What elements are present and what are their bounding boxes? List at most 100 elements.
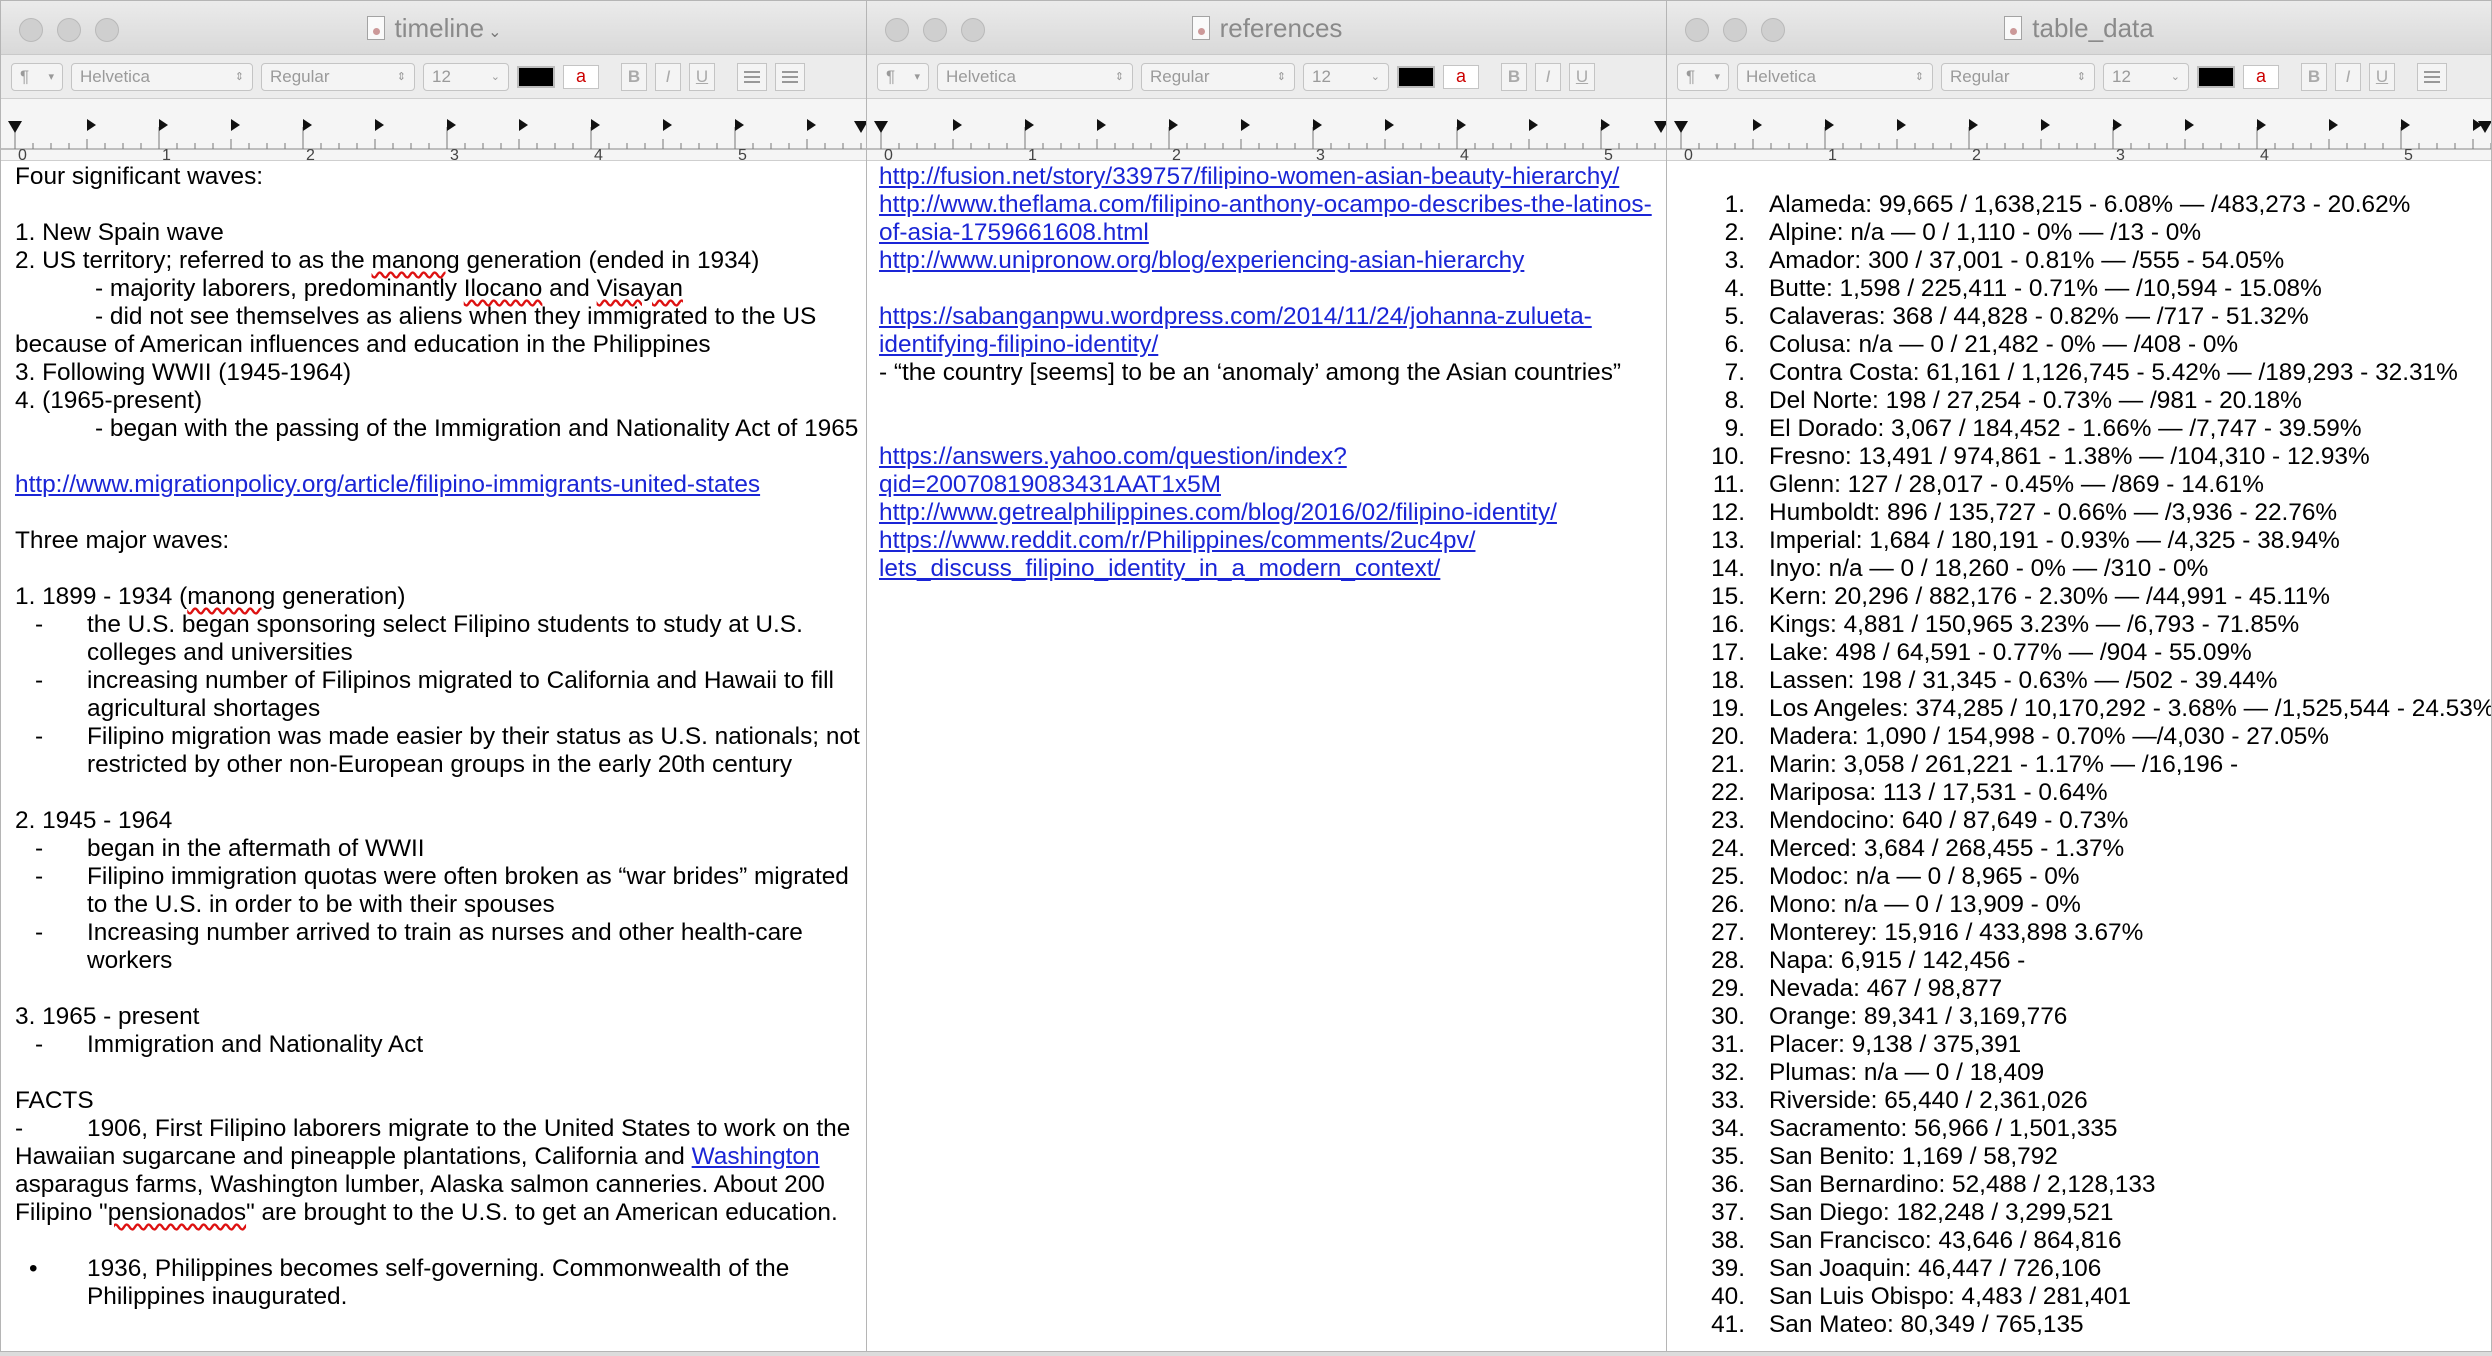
list-item: 39. San Joaquin: 46,447 / 726,106	[1667, 1255, 2477, 1283]
align-left-button[interactable]	[2417, 62, 2447, 91]
text-color-swatch[interactable]	[517, 65, 555, 88]
font-size-field[interactable]: 12 ⌄	[423, 62, 509, 91]
ruler-label: 5	[738, 147, 747, 161]
chevron-down-icon: ▾	[1714, 71, 1720, 83]
title-bar[interactable]: references	[867, 1, 1667, 55]
align-left-button[interactable]	[737, 62, 767, 91]
font-size-field[interactable]: 12 ⌄	[1303, 62, 1389, 91]
link[interactable]: Washington	[692, 1143, 820, 1170]
list-item: 19. Los Angeles: 374,285 / 10,170,292 - 3…	[1667, 695, 2491, 723]
list-number: 23.	[1711, 807, 1745, 834]
italic-button[interactable]: I	[1535, 62, 1561, 91]
tab-stop-marker	[2185, 119, 2194, 131]
link[interactable]: of-asia-1759661608.html	[879, 219, 1149, 246]
list-number: 30.	[1711, 1003, 1745, 1030]
list-item: 36. San Bernardino: 52,488 / 2,128,133	[1667, 1171, 2477, 1199]
link[interactable]: http://www.theflama.com/filipino-anthony…	[879, 191, 1652, 218]
link[interactable]: http://fusion.net/story/339757/filipino-…	[879, 163, 1619, 190]
paragraph-style-select[interactable]: ¶ ▾	[11, 62, 63, 91]
bold-button[interactable]: B	[2301, 62, 2327, 91]
font-size-field[interactable]: 12 ⌄	[2103, 62, 2189, 91]
ruler-label: 2	[306, 147, 315, 161]
font-style-select[interactable]: Regular ⇕	[261, 62, 415, 91]
font-family-select[interactable]: Helvetica ⇕	[1737, 62, 1933, 91]
bold-button[interactable]: B	[1501, 62, 1527, 91]
underline-button[interactable]: U	[1569, 62, 1595, 91]
list-number: 8.	[1724, 387, 1745, 414]
text-color-swatch[interactable]	[2197, 65, 2235, 88]
misspelled-word: manong	[187, 583, 276, 610]
list-text: Riverside: 65,440 / 2,361,026	[1769, 1087, 2088, 1114]
chevron-down-icon[interactable]: ⌄	[488, 24, 501, 41]
timeline-text[interactable]: Four significant waves: 1. New Spain wav…	[1, 163, 867, 1351]
font-style-select[interactable]: Regular ⇕	[1941, 62, 2095, 91]
tab-stop-marker	[1529, 119, 1538, 131]
list-number: 22.	[1711, 779, 1745, 806]
title-bar[interactable]: table_data	[1667, 1, 2491, 55]
link[interactable]: https://answers.yahoo.com/question/index…	[879, 443, 1347, 470]
list-item: 38. San Francisco: 43,646 / 864,816	[1667, 1227, 2477, 1255]
italic-button[interactable]: I	[2335, 62, 2361, 91]
paragraph-style-select[interactable]: ¶ ▾	[1677, 62, 1729, 91]
ruler[interactable]: 0 1 2 3 4 5	[1667, 99, 2491, 161]
up-down-icon: ⇕	[1276, 71, 1286, 83]
link[interactable]: https://sabanganpwu.wordpress.com/2014/1…	[879, 303, 1592, 330]
list-item: 1. Alameda: 99,665 / 1,638,215 - 6.08% — …	[1667, 191, 2477, 219]
ruler-label: 4	[594, 147, 603, 161]
list-text: Nevada: 467 / 98,877	[1769, 975, 2003, 1002]
link[interactable]: qid=20070819083431AAT1x5M	[879, 471, 1221, 498]
ruler[interactable]: 0 1 2 3 4 5	[867, 99, 1667, 161]
font-style-select[interactable]: Regular ⇕	[1141, 62, 1295, 91]
format-toolbar: ¶ ▾ Helvetica ⇕ Regular ⇕ 12 ⌄ a B I U	[867, 55, 1667, 99]
references-window: references ¶ ▾ Helvetica ⇕ Regular ⇕ 12 ⌄ a …	[866, 0, 1668, 1352]
link[interactable]: http://www.unipronow.org/blog/experienci…	[879, 247, 1524, 274]
link[interactable]: identifying-filipino-identity/	[879, 331, 1158, 358]
highlight-color-button[interactable]: a	[2243, 64, 2279, 89]
list-item: • 1936, Philippines becomes self-governin…	[29, 1255, 790, 1282]
font-family-select[interactable]: Helvetica ⇕	[71, 62, 253, 91]
chevron-down-icon: ⌄	[490, 71, 500, 83]
chevron-down-icon: ▾	[914, 71, 920, 83]
list-text: Contra Costa: 61,161 / 1,126,745 - 5.42%…	[1769, 359, 2458, 386]
list-item: 13. Imperial: 1,684 / 180,191 - 0.93% — /…	[1667, 527, 2477, 555]
font-family-select[interactable]: Helvetica ⇕	[937, 62, 1133, 91]
list-number: 24.	[1711, 835, 1745, 862]
underline-button[interactable]: U	[689, 62, 715, 91]
paragraph-style-select[interactable]: ¶ ▾	[877, 62, 929, 91]
ruler[interactable]: 0 1 2 3 4 5	[1, 99, 867, 161]
list-number: 19.	[1711, 695, 1745, 722]
ruler-label: 3	[2116, 147, 2125, 161]
list-number: 40.	[1711, 1283, 1745, 1310]
list-item: 25. Modoc: n/a — 0 / 8,965 - 0%	[1667, 863, 2477, 891]
link[interactable]: http://www.migrationpolicy.org/article/f…	[15, 471, 760, 498]
tab-stop-marker	[8, 121, 22, 133]
window-title[interactable]: table_data	[1667, 13, 2491, 44]
link[interactable]: lets_discuss_filipino_identity_in_a_mode…	[879, 555, 1440, 582]
link[interactable]: https://www.reddit.com/r/Philippines/com…	[879, 527, 1475, 554]
link[interactable]: http://www.getrealphilippines.com/blog/2…	[879, 499, 1557, 526]
list-item: 5. Calaveras: 368 / 44,828 - 0.82% — /717…	[1667, 303, 2477, 331]
bold-button[interactable]: B	[621, 62, 647, 91]
align-center-button[interactable]	[775, 62, 805, 91]
list-item: -1906, First Filipino laborers migrate t…	[15, 1115, 851, 1142]
title-bar[interactable]: timeline ⌄	[1, 1, 867, 55]
list-item: - Filipino migration was made easier by t…	[35, 723, 860, 750]
references-text[interactable]: http://fusion.net/story/339757/filipino-…	[867, 163, 1667, 1351]
list-item: 12. Humboldt: 896 / 135,727 - 0.66% — /3,…	[1667, 499, 2477, 527]
list-number: 28.	[1711, 947, 1745, 974]
window-title[interactable]: references	[867, 13, 1667, 44]
underline-button[interactable]: U	[2369, 62, 2395, 91]
table-data-text[interactable]: 1. Alameda: 99,665 / 1,638,215 - 6.08% — …	[1667, 163, 2491, 1351]
list-text: Amador: 300 / 37,001 - 0.81% — /555 - 54…	[1769, 247, 2285, 274]
highlight-color-button[interactable]: a	[563, 64, 599, 89]
window-title[interactable]: timeline ⌄	[1, 13, 867, 44]
list-number: 5.	[1724, 303, 1745, 330]
list-number: 15.	[1711, 583, 1745, 610]
list-item: 26. Mono: n/a — 0 / 13,909 - 0%	[1667, 891, 2477, 919]
tab-stop-marker	[1385, 119, 1394, 131]
text-color-swatch[interactable]	[1397, 65, 1435, 88]
ruler-label: 2	[1172, 147, 1181, 161]
italic-button[interactable]: I	[655, 62, 681, 91]
highlight-color-button[interactable]: a	[1443, 64, 1479, 89]
list-number: 35.	[1711, 1143, 1745, 1170]
